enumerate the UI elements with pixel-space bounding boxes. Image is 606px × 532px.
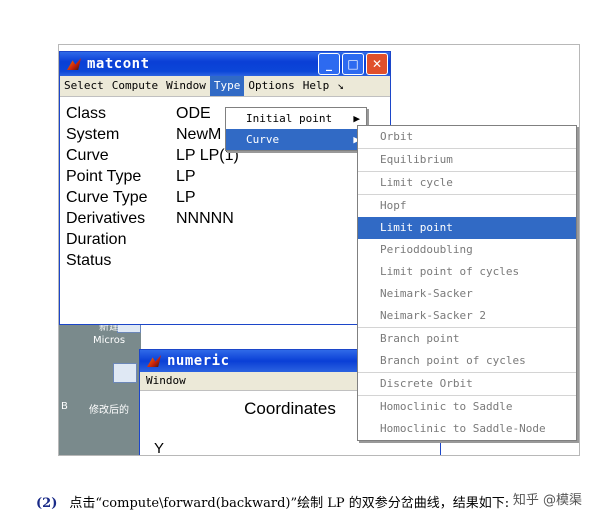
numeric-title: numeric [167, 353, 230, 369]
desktop-background: 2007 新建 Micros 修改后的 B [59, 313, 141, 455]
word-doc-icon[interactable] [113, 363, 137, 383]
curve-item-limit-point-cycles[interactable]: Limit point of cycles [358, 261, 576, 283]
caption-number: (2) [36, 496, 58, 511]
matcont-titlebar[interactable]: matcont _ □ ✕ [60, 52, 390, 76]
info-row-duration: Duration [66, 231, 127, 248]
matlab-logo-icon [65, 56, 83, 72]
window-title: matcont [87, 56, 150, 72]
curve-item-branch-point[interactable]: Branch point [358, 328, 576, 350]
maximize-button[interactable]: □ [342, 53, 364, 75]
curve-item-neimark-sacker[interactable]: Neimark-Sacker [358, 283, 576, 305]
menu-compute[interactable]: Compute [108, 76, 162, 96]
desktop-micros-label: Micros [93, 335, 126, 346]
menu-type[interactable]: Type [209, 76, 245, 96]
menu-item-initial-point[interactable]: Initial point ▶ [226, 108, 366, 129]
desktop-b-label: B [61, 401, 68, 412]
info-row-derivatives: Derivatives NNNNN [66, 210, 234, 227]
curve-item-neimark-sacker-2[interactable]: Neimark-Sacker 2 [358, 305, 576, 328]
y-label: Y [154, 440, 165, 456]
info-row-curve-type: Curve Type LP [66, 189, 196, 206]
curve-submenu: Orbit Equilibrium Limit cycle Hopf Limit… [357, 125, 577, 441]
menu-options[interactable]: Options [244, 76, 298, 96]
menu-help[interactable]: Help [299, 76, 334, 96]
curve-item-homoclinic-saddle-node[interactable]: Homoclinic to Saddle-Node [358, 418, 576, 440]
matcont-window: matcont _ □ ✕ Select Compute Window Type… [59, 51, 391, 325]
watermark: 知乎 @模渠 [512, 493, 582, 508]
menu-select[interactable]: Select [60, 76, 108, 96]
menubar: Select Compute Window Type Options Help … [60, 76, 390, 97]
info-row-status: Status [66, 252, 112, 269]
curve-item-equilibrium[interactable]: Equilibrium [358, 149, 576, 172]
caption-text: 点击“compute\forward(backward)”绘制 LP 的双参分岔… [69, 496, 510, 511]
matlab-logo-icon [145, 353, 163, 369]
desktop-modify-label: 修改后的 [89, 405, 129, 416]
curve-item-perioddoubling[interactable]: Perioddoubling [358, 239, 576, 261]
menu-window[interactable]: Window [162, 76, 210, 96]
menu-item-curve[interactable]: Curve▶ [226, 129, 366, 150]
minimize-button[interactable]: _ [318, 53, 340, 75]
curve-item-orbit[interactable]: Orbit [358, 126, 576, 149]
curve-item-discrete-orbit[interactable]: Discrete Orbit [358, 373, 576, 396]
curve-item-homoclinic-saddle[interactable]: Homoclinic to Saddle [358, 396, 576, 418]
curve-item-limit-cycle[interactable]: Limit cycle [358, 172, 576, 195]
curve-item-limit-point[interactable]: Limit point [358, 217, 576, 239]
curve-item-hopf[interactable]: Hopf [358, 195, 576, 217]
close-button[interactable]: ✕ [366, 53, 388, 75]
caption: (2) 点击“compute\forward(backward)”绘制 LP 的双… [36, 492, 509, 511]
info-row-point-type: Point Type LP [66, 168, 196, 185]
curve-item-branch-point-cycles[interactable]: Branch point of cycles [358, 350, 576, 373]
screenshot-frame: 2007 新建 Micros 修改后的 B matcont _ □ ✕ Sele… [58, 44, 580, 456]
dock-arrow-icon[interactable]: ↘ [333, 76, 348, 96]
type-dropdown: Initial point▶ Curve▶ [225, 107, 367, 151]
